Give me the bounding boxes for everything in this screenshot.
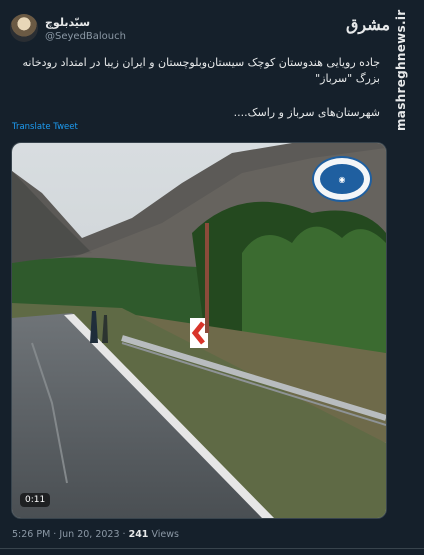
views-label: Views (151, 529, 179, 540)
tweet-time[interactable]: 5:26 PM (12, 529, 50, 540)
tweet-meta: 5:26 PM · Jun 20, 2023 · 241 Views (12, 529, 179, 540)
views-count[interactable]: 241 (129, 529, 149, 540)
video-duration: 0:11 (20, 493, 51, 507)
tweet-text-line: جاده رویایی هندوستان کوچک سیستان‌وبلوچست… (22, 56, 380, 69)
tweet-date[interactable]: Jun 20, 2023 (59, 529, 119, 540)
display-name[interactable]: سیّدبلوچ (45, 16, 90, 29)
mashregh-logo: مشرق (345, 14, 391, 34)
watermark-site: mashreghnews.ir (394, 9, 408, 131)
video-player[interactable]: ◉ 0:11 (11, 142, 387, 519)
user-handle[interactable]: @SeyedBalouch (45, 31, 126, 42)
avatar[interactable] (10, 14, 38, 42)
translate-tweet-link[interactable]: Translate Tweet (12, 122, 78, 132)
channel-logo-icon: ◉ (312, 156, 372, 202)
tweet: سیّدبلوچ @SeyedBalouch مشرق mashreghnews… (0, 0, 424, 555)
divider (0, 548, 424, 549)
tweet-text: جاده رویایی هندوستان کوچک سیستان‌وبلوچست… (14, 55, 380, 121)
tweet-text-line: بزرگ "سرباز" (315, 72, 380, 85)
meta-separator: · (119, 529, 129, 540)
meta-separator: · (50, 529, 60, 540)
tweet-text-line: شهرستان‌های سرباز و راسک.... (233, 106, 380, 119)
